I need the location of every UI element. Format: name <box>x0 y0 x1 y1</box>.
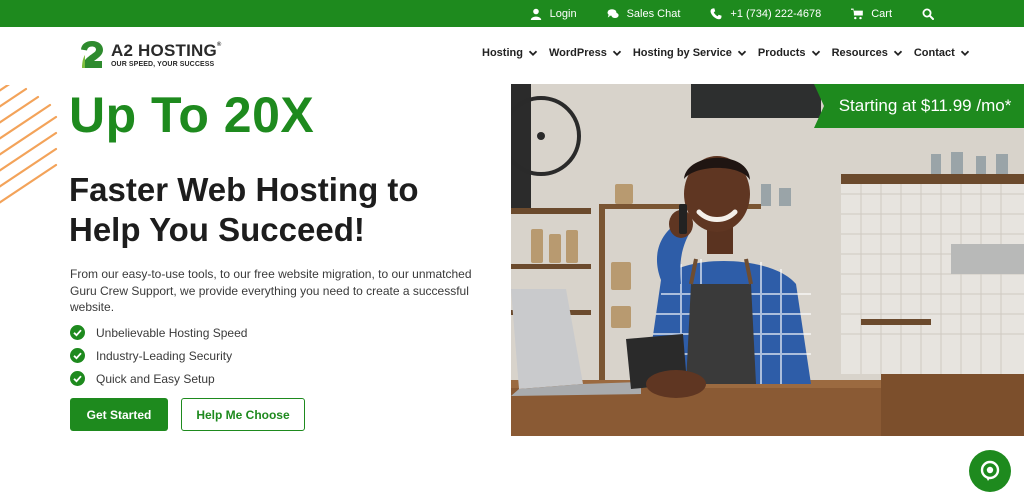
cart-icon <box>851 8 864 19</box>
a2-hosting-logo[interactable]: A2 HOSTING® OUR SPEED, YOUR SUCCESS <box>79 39 222 71</box>
nav-contact-label: Contact <box>913 47 955 59</box>
feature-item: Quick and Easy Setup <box>70 367 247 390</box>
a2-logo-mark <box>81 41 103 68</box>
hero-subheadline: Faster Web Hosting to Help You Succeed! <box>69 171 419 248</box>
nav-wordpress-label: WordPress <box>548 47 607 59</box>
feature-label: Industry-Leading Security <box>96 348 233 363</box>
feature-item: Unbelievable Hosting Speed <box>70 321 247 344</box>
price-banner[interactable]: Starting at $11.99 /mo* <box>814 84 1024 128</box>
check-circle-icon <box>70 325 85 340</box>
live-chat-button[interactable] <box>969 450 1011 492</box>
phone-link[interactable]: +1 (734) 222-4678 <box>710 8 821 20</box>
logo-tagline: OUR SPEED, YOUR SUCCESS <box>111 61 215 68</box>
search-button[interactable] <box>922 8 934 20</box>
phone-icon <box>710 7 722 19</box>
hero-headline: Up To 20X <box>69 87 315 143</box>
chevron-down-icon <box>737 50 747 56</box>
cart-link[interactable]: Cart <box>851 8 892 20</box>
get-started-button[interactable]: Get Started <box>70 398 168 431</box>
feature-item: Industry-Leading Security <box>70 344 247 367</box>
chevron-down-icon <box>811 50 820 56</box>
main-nav: Hosting WordPress Hosting by Service Pro… <box>482 47 981 59</box>
feature-label: Quick and Easy Setup <box>96 371 215 386</box>
login-link[interactable]: Login <box>530 8 577 20</box>
chevron-down-icon <box>612 50 621 56</box>
logo-registered-mark: ® <box>216 42 222 48</box>
hero-description: From our easy-to-use tools, to our free … <box>70 267 472 314</box>
phone-number: +1 (734) 222-4678 <box>730 7 822 20</box>
check-circle-icon <box>70 371 85 386</box>
help-me-choose-button[interactable]: Help Me Choose <box>181 398 305 431</box>
nav-contact[interactable]: Contact <box>914 47 970 59</box>
chat-icon <box>607 8 619 18</box>
top-utility-bar: Login Sales Chat +1 (734) 222-4678 Cart <box>0 0 1024 27</box>
sales-chat-link[interactable]: Sales Chat <box>607 7 681 20</box>
hero-photo <box>511 84 1024 436</box>
nav-resources[interactable]: Resources <box>832 47 903 59</box>
nav-wordpress[interactable]: WordPress <box>549 47 622 59</box>
nav-hosting[interactable]: Hosting <box>482 47 538 59</box>
chat-bubble-icon <box>980 460 1000 481</box>
chevron-down-icon <box>528 50 538 56</box>
user-icon <box>530 8 541 20</box>
nav-resources-label: Resources <box>831 47 888 59</box>
nav-hosting-by-service[interactable]: Hosting by Service <box>633 47 747 59</box>
nav-hosting-label: Hosting <box>482 47 523 59</box>
nav-products[interactable]: Products <box>758 47 821 59</box>
chevron-down-icon <box>893 50 902 56</box>
logo-name: A2 HOSTING <box>111 41 217 60</box>
feature-label: Unbelievable Hosting Speed <box>96 325 248 340</box>
check-circle-icon <box>70 348 85 363</box>
search-icon <box>922 8 934 20</box>
chevron-down-icon <box>960 50 969 56</box>
nav-products-label: Products <box>757 47 806 59</box>
site-header: A2 HOSTING® OUR SPEED, YOUR SUCCESS Host… <box>0 27 1024 83</box>
nav-hosting-by-service-label: Hosting by Service <box>632 47 732 59</box>
cart-label: Cart <box>871 7 892 20</box>
login-label: Login <box>549 7 577 20</box>
feature-list: Unbelievable Hosting Speed Industry-Lead… <box>70 321 247 390</box>
decorative-stripes <box>0 85 58 204</box>
cafe-owner-illustration <box>511 84 1024 436</box>
sales-chat-label: Sales Chat <box>626 7 681 20</box>
